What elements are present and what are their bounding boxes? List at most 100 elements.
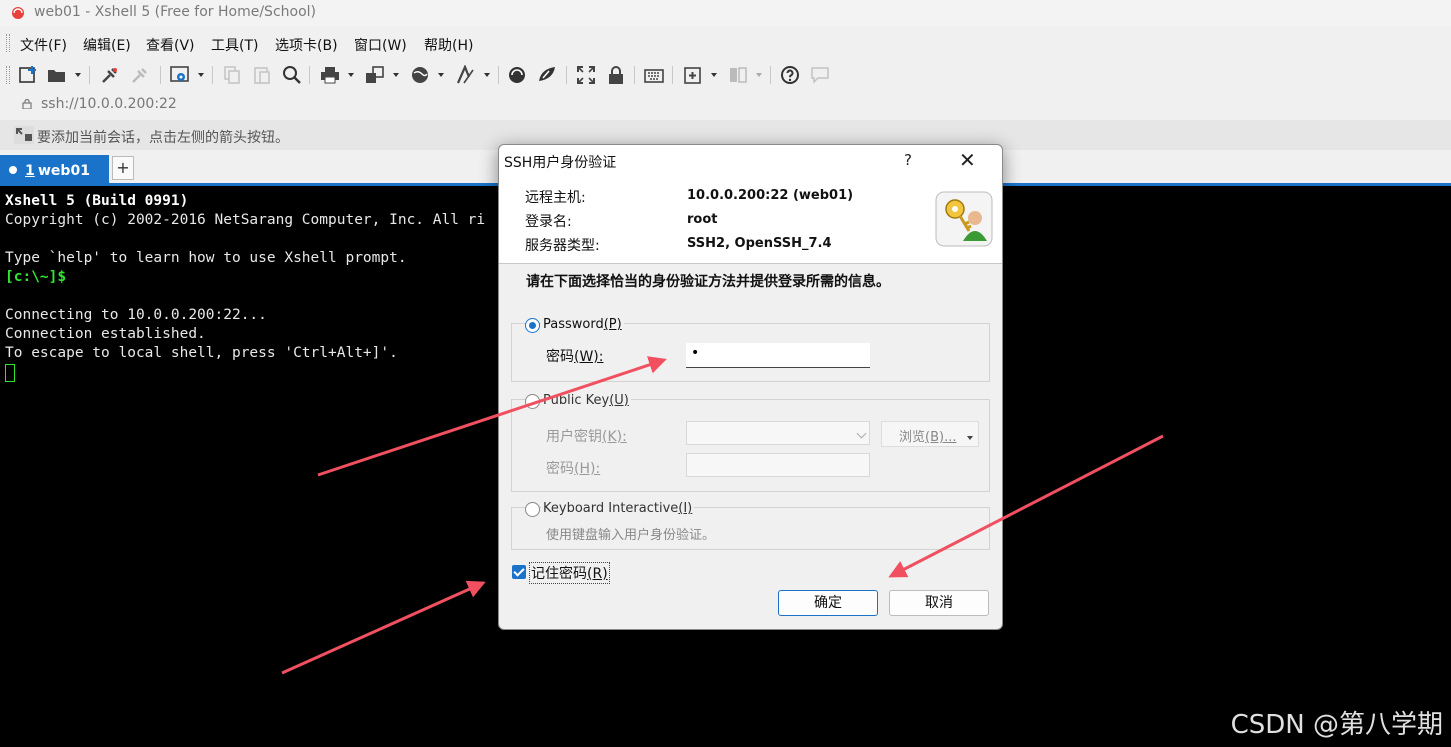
menu-grip (6, 34, 10, 52)
tab-number: 1 (25, 163, 35, 179)
connection-info: 远程主机: 10.0.0.200:22 (web01) 登录名: root 服务… (499, 177, 1002, 264)
address-bar: ssh://10.0.0.200:22 (0, 94, 1451, 116)
user-key-select (686, 421, 870, 445)
remember-password-checkbox[interactable] (512, 565, 526, 579)
login-name-value: root (687, 212, 718, 227)
ok-button[interactable]: 确定 (778, 590, 878, 616)
cancel-button[interactable]: 取消 (889, 590, 989, 616)
print-dropdown-icon[interactable] (348, 73, 354, 77)
fullscreen-icon[interactable] (576, 65, 596, 85)
globe-dropdown-icon[interactable] (438, 73, 444, 77)
toolbar-separator (212, 66, 213, 84)
help-icon[interactable] (780, 65, 800, 85)
keyboard-icon[interactable] (644, 65, 664, 85)
address-lock-icon (22, 99, 32, 109)
paste-icon (254, 67, 270, 84)
key-passphrase-label: 密码(H): (546, 461, 601, 477)
password-radio-label[interactable]: Password(P) (541, 317, 624, 332)
new-tab-dropdown-icon[interactable] (711, 73, 717, 77)
dialog-title-bar: SSH用户身份验证 ? ✕ (499, 145, 1002, 177)
toolbar-separator (672, 66, 673, 84)
title-bar: web01 - Xshell 5 (Free for Home/School) (0, 0, 1451, 26)
keyboard-interactive-label[interactable]: Keyboard Interactive(I) (541, 501, 695, 516)
user-key-label: 用户密钥(K): (546, 429, 627, 445)
globe-icon[interactable] (410, 65, 430, 85)
toolbar-separator (89, 66, 90, 84)
menu-view[interactable]: 查看(V) (146, 35, 195, 55)
menu-tools[interactable]: 工具(T) (211, 35, 258, 55)
menu-edit[interactable]: 编辑(E) (83, 35, 131, 55)
new-session-icon[interactable] (18, 65, 38, 85)
browse-dropdown-icon (967, 436, 973, 440)
server-type-value: SSH2, OpenSSH_7.4 (687, 236, 832, 251)
print-icon[interactable] (320, 65, 340, 85)
add-tab-button[interactable]: + (112, 156, 134, 180)
remember-password-label[interactable]: 记住密码(R) (529, 562, 610, 584)
dialog-help-button[interactable]: ? (904, 151, 912, 169)
disconnect-icon (132, 68, 147, 83)
tab-web01[interactable]: 1 web01 (0, 155, 109, 185)
connect-icon[interactable] (100, 65, 120, 85)
tab-status-dot (9, 166, 17, 174)
password-mask: • (691, 345, 700, 361)
chat-icon (811, 67, 829, 84)
open-dropdown-icon[interactable] (75, 73, 81, 77)
server-type-label: 服务器类型: (525, 238, 600, 254)
menu-window[interactable]: 窗口(W) (354, 35, 407, 55)
password-input[interactable]: • (686, 343, 870, 368)
xshell-logo-icon (12, 7, 24, 19)
window-title: web01 - Xshell 5 (Free for Home/School) (34, 4, 316, 20)
dialog-instruction: 请在下面选择恰当的身份验证方法并提供登录所需的信息。 (526, 274, 890, 290)
keyboard-interactive-radio[interactable] (525, 502, 540, 517)
find-icon[interactable] (282, 65, 302, 85)
terminal-line: Xshell 5 (Build 0991) (5, 193, 189, 209)
tab-label: web01 (38, 163, 90, 179)
transfer-dropdown-icon[interactable] (393, 73, 399, 77)
toolbar-separator (566, 66, 567, 84)
terminal-line: Type `help' to learn how to use Xshell p… (5, 250, 407, 266)
ssh-auth-dialog: SSH用户身份验证 ? ✕ 远程主机: 10.0.0.200:22 (web01… (498, 144, 1003, 630)
publickey-radio[interactable] (525, 394, 540, 409)
address-url[interactable]: ssh://10.0.0.200:22 (41, 96, 177, 112)
terminal-line: Copyright (c) 2002-2016 NetSarang Comput… (5, 212, 486, 228)
terminal-line: To escape to local shell, press 'Ctrl+Al… (5, 345, 398, 361)
dialog-title: SSH用户身份验证 (504, 155, 617, 171)
chevron-down-icon (856, 428, 867, 439)
properties-icon[interactable] (170, 65, 190, 85)
toolbar-separator (160, 66, 161, 84)
lock-icon[interactable] (606, 65, 626, 85)
terminal-line: Connecting to 10.0.0.200:22... (5, 307, 267, 323)
xftp-icon[interactable] (507, 65, 527, 85)
keyboard-interactive-description: 使用键盘输入用户身份验证。 (546, 528, 716, 543)
menu-help[interactable]: 帮助(H) (424, 35, 473, 55)
copy-icon (224, 66, 240, 84)
publickey-radio-label[interactable]: Public Key(U) (541, 393, 631, 408)
new-tab-icon[interactable] (683, 65, 703, 85)
xmanager-icon[interactable] (537, 65, 557, 85)
dialog-close-button[interactable]: ✕ (959, 148, 976, 172)
terminal-prompt: [c:\~]$ (5, 269, 67, 285)
font-icon[interactable] (455, 65, 475, 85)
toolbar (0, 60, 1451, 90)
menu-file[interactable]: 文件(F) (20, 35, 67, 55)
toolbar-grip (6, 66, 10, 84)
browse-button: 浏览(B)... (881, 421, 979, 447)
key-passphrase-input (686, 453, 870, 477)
toolbar-separator (634, 66, 635, 84)
open-folder-icon[interactable] (47, 65, 67, 85)
password-radio[interactable] (525, 318, 540, 333)
remote-host-value: 10.0.0.200:22 (web01) (687, 188, 854, 203)
properties-dropdown-icon[interactable] (198, 73, 204, 77)
font-dropdown-icon[interactable] (484, 73, 490, 77)
watermark: CSDN @第八学期 (1230, 710, 1443, 740)
password-field-label: 密码(W): (546, 349, 604, 365)
menu-tabs[interactable]: 选项卡(B) (275, 35, 338, 55)
menu-bar: 文件(F) 编辑(E) 查看(V) 工具(T) 选项卡(B) 窗口(W) 帮助(… (0, 31, 1451, 55)
terminal-cursor (5, 364, 15, 382)
transfer-icon[interactable] (365, 65, 385, 85)
toolbar-separator (498, 66, 499, 84)
add-session-arrow-icon[interactable] (14, 126, 34, 144)
session-hint-text: 要添加当前会话，点击左侧的箭头按钮。 (37, 130, 289, 146)
toolbar-separator (309, 66, 310, 84)
user-key-icon (935, 191, 993, 247)
